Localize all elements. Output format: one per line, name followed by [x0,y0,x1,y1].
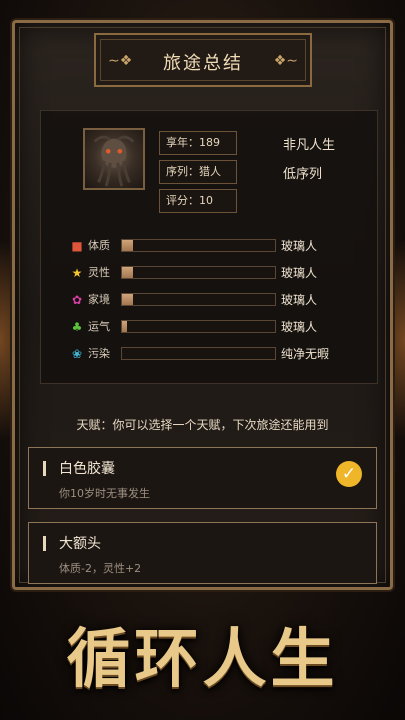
attr-bar [121,266,276,279]
attr-row-spirit: ★ 灵性 玻璃人 [70,265,360,281]
attr-label: 灵性 [88,266,110,279]
star-icon: ★ [71,266,83,280]
attr-rating: 玻璃人 [281,239,318,253]
title-plate: ∼❖ 旅途总结 ❖∼ [94,33,312,87]
sequence-box: 序列：猎人 [159,160,237,184]
talent-hint: 天赋：你可以选择一个天赋，下次旅途还能用到 [76,418,329,432]
life-rank: 非凡人生 [283,138,336,153]
attr-label: 污染 [88,347,110,360]
attr-row-constitution: ■ 体质 玻璃人 [70,238,360,254]
attr-rating: 纯净无暇 [281,347,330,361]
attr-fill [122,240,133,251]
checkmark-icon[interactable]: ✓ [336,461,362,487]
score-box: 评分：10 [159,189,237,213]
attr-label: 运气 [88,320,110,333]
age-box: 享年：189 [159,131,237,155]
muscle-icon: ■ [71,239,83,253]
sequence-rank: 低序列 [283,167,323,182]
talent-card-white-capsule[interactable]: 白色胶囊 你10岁时无事发生 ✓ [28,447,377,509]
card-accent [43,461,46,476]
attr-row-family: ✿ 家境 玻璃人 [70,292,360,308]
game-logo: 循环人生 [66,622,339,697]
talent-name: 白色胶囊 [59,461,115,477]
attr-label: 家境 [88,293,110,306]
attr-rating: 玻璃人 [281,266,318,280]
flourish-right-icon: ❖∼ [273,53,298,69]
attr-fill [122,321,127,332]
talent-desc: 你10岁时无事发生 [59,487,150,500]
talent-name: 大额头 [59,536,101,552]
attr-row-luck: ♣ 运气 玻璃人 [70,319,360,335]
attr-label: 体质 [88,239,110,252]
attr-bar [121,347,276,360]
clover-icon: ♣ [71,320,83,334]
talent-card-big-forehead[interactable]: 大额头 体质-2，灵性+2 [28,522,377,584]
cthulhu-portrait-icon [93,135,135,187]
talent-desc: 体质-2，灵性+2 [59,562,142,575]
attr-bar [121,239,276,252]
attr-bar [121,293,276,306]
attr-row-pollution: ❀ 污染 纯净无暇 [70,346,360,362]
attr-fill [122,267,133,278]
attr-rating: 玻璃人 [281,293,318,307]
attr-rating: 玻璃人 [281,320,318,334]
attr-fill [122,294,133,305]
brain-icon: ✿ [71,293,83,307]
tentacle-icon: ❀ [71,347,83,361]
card-accent [43,536,46,551]
avatar [83,128,145,190]
attr-bar [121,320,276,333]
